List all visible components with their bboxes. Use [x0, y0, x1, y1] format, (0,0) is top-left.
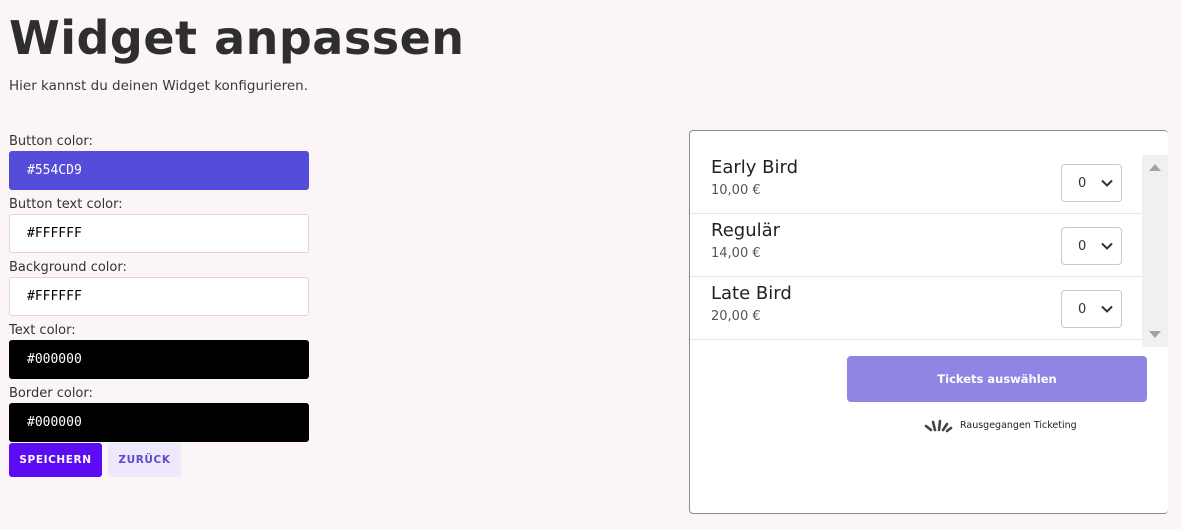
scroll-down-icon[interactable]	[1149, 331, 1161, 338]
button-color-label: Button color:	[9, 134, 93, 149]
save-button[interactable]: SPEICHERN	[9, 443, 102, 477]
quantity-value: 0	[1078, 176, 1087, 191]
ticket-row: Early Bird 10,00 € 0	[690, 151, 1142, 214]
rausgegangen-logo-icon	[924, 419, 953, 433]
background-color-label: Background color:	[9, 260, 127, 275]
ticket-price: 14,00 €	[711, 246, 761, 261]
ticket-price: 20,00 €	[711, 309, 761, 324]
ticket-row: Late Bird 20,00 € 0	[690, 277, 1142, 340]
brand-text: Rausgegangen Ticketing	[960, 419, 1077, 431]
ticket-row: Regulär 14,00 € 0	[690, 214, 1142, 277]
ticket-list-scrollbar[interactable]	[1142, 155, 1168, 347]
background-color-input[interactable]	[9, 277, 309, 316]
quantity-value: 0	[1078, 302, 1087, 317]
form-actions: SPEICHERN ZURÜCK	[9, 443, 309, 477]
quantity-value: 0	[1078, 239, 1087, 254]
back-button[interactable]: ZURÜCK	[108, 443, 181, 477]
button-text-color-label: Button text color:	[9, 197, 123, 212]
quantity-select[interactable]: 0	[1061, 164, 1122, 202]
ticket-name: Regulär	[711, 220, 781, 241]
button-text-color-input[interactable]	[9, 214, 309, 253]
quantity-select[interactable]: 0	[1061, 227, 1122, 265]
page-title: Widget anpassen	[9, 11, 465, 65]
chevron-down-icon	[1101, 179, 1113, 187]
ticket-price: 10,00 €	[711, 183, 761, 198]
scroll-up-icon[interactable]	[1149, 164, 1161, 171]
ticket-list: Early Bird 10,00 € 0 Regulär 14,00 € 0 L…	[690, 151, 1142, 340]
chevron-down-icon	[1101, 305, 1113, 313]
text-color-input[interactable]	[9, 340, 309, 379]
widget-settings-form: Button color: Button text color: Backgro…	[9, 132, 309, 477]
text-color-label: Text color:	[9, 323, 76, 338]
quantity-select[interactable]: 0	[1061, 290, 1122, 328]
page-subtitle: Hier kannst du deinen Widget konfigurier…	[9, 78, 309, 94]
ticket-name: Late Bird	[711, 283, 792, 304]
ticket-name: Early Bird	[711, 157, 799, 178]
brand-footer: Rausgegangen Ticketing	[922, 415, 1077, 435]
widget-preview: Early Bird 10,00 € 0 Regulär 14,00 € 0 L…	[689, 130, 1168, 514]
button-color-input[interactable]	[9, 151, 309, 190]
border-color-input[interactable]	[9, 403, 309, 442]
border-color-label: Border color:	[9, 386, 93, 401]
chevron-down-icon	[1101, 242, 1113, 250]
select-tickets-button[interactable]: Tickets auswählen	[847, 356, 1147, 402]
